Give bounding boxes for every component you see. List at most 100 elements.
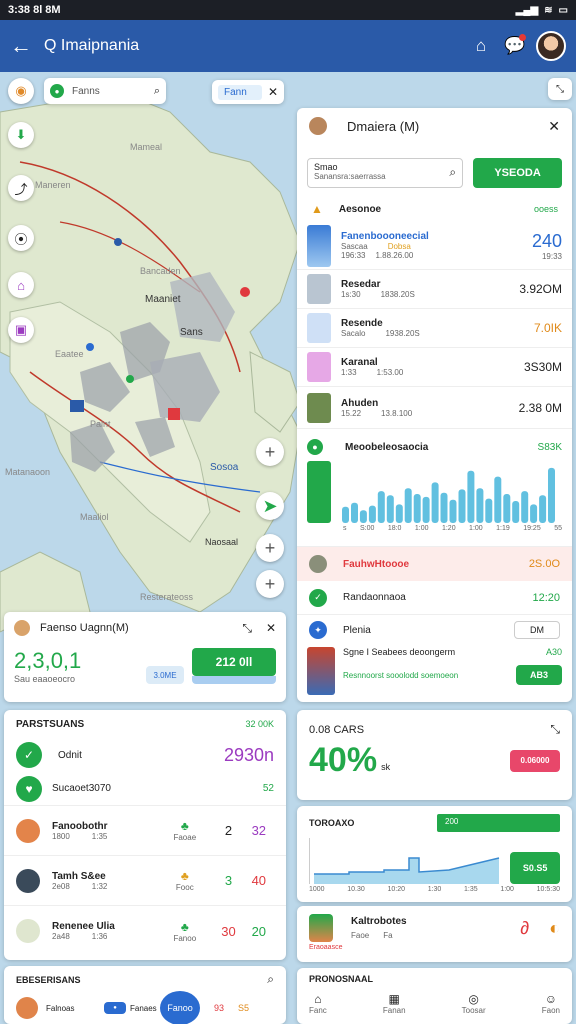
axis-label: 1:00 (469, 525, 483, 532)
summary-chip[interactable]: 3.0ME (146, 666, 184, 684)
item-value: 3.92OM (519, 282, 562, 296)
back-arrow-icon[interactable]: ← (10, 33, 44, 59)
nav-label: Fanan (382, 1006, 406, 1015)
nav-label: Fanc (309, 1006, 327, 1015)
axis-label: 1:00 (414, 525, 429, 532)
close-icon[interactable]: ✕ (266, 621, 276, 635)
analytics-bar (422, 496, 430, 523)
close-icon[interactable]: ✕ (268, 85, 278, 99)
bottom-item[interactable]: Falnoas (46, 1004, 104, 1013)
search-icon[interactable]: ⌕ (267, 972, 274, 987)
list-item[interactable]: Karanal 1:33 1:53.00 3S30M (297, 348, 572, 387)
table-row[interactable]: Tamh S&ee 2e08 1:32 ♣ Fooc 3 40 (4, 856, 286, 906)
plan2-button[interactable]: DM (514, 621, 560, 639)
nav-item-explore[interactable]: ◎ Toosar (462, 992, 486, 1015)
bookmark-icon[interactable]: ▣ (8, 317, 34, 343)
footer-button[interactable]: AB3 (516, 665, 562, 685)
analytics-bar (431, 482, 439, 523)
place-icon[interactable]: ⌂ (8, 272, 34, 298)
item-thumbnail (307, 392, 331, 423)
axis-label: 55 (554, 525, 562, 532)
table-row[interactable]: Fanoobothr 1800 1:35 ♣ Faoae 2 32 (4, 806, 286, 856)
detail-search-input[interactable]: Smao Sanansra:saerrassa ⌕ (307, 158, 464, 188)
stat-button[interactable]: 0.06000 (510, 749, 560, 772)
pin-icon[interactable]: ⬇ (8, 122, 34, 148)
map-label: Maaniet (145, 294, 181, 305)
bottom-pill: ● (104, 1002, 126, 1014)
bottom-left-card: EBESERISANS ⌕ Falnoas ● Fanaes Fanoo 93 … (4, 966, 286, 1024)
nav-item-profile[interactable]: ☺ Faon (542, 992, 560, 1015)
travel-left: Eraoaasce (309, 944, 343, 951)
home-icon[interactable]: ⌂ (464, 36, 498, 56)
search-icon[interactable]: ⌕ (154, 85, 160, 98)
axis-label: 1:20 (441, 525, 456, 532)
analytics-bar (413, 494, 421, 523)
share-icon[interactable]: ◐ (549, 918, 560, 939)
item-meta: 196:33 (341, 251, 366, 260)
search-icon[interactable]: ⌕ (449, 165, 456, 180)
analytics-bar (404, 488, 412, 523)
check-icon: ✓ (309, 588, 327, 607)
analytics-bar (539, 495, 547, 523)
expand-icon[interactable]: ⤡ (550, 722, 560, 737)
plan2-row[interactable]: ✦ Plenia DM (297, 615, 572, 645)
navigate-icon[interactable]: ➤ (256, 492, 284, 520)
nav-item-home[interactable]: ⌂ Fanc (309, 992, 327, 1015)
summary-card: Faenso Uagnn(M) ⤡ ✕ 2,3,0,1 Sau eaaoeocr… (4, 612, 286, 702)
bottom-center-button[interactable]: Fanoo (160, 991, 200, 1024)
footer-thumbnail (307, 647, 335, 695)
map-search-input[interactable]: Fanns (72, 86, 154, 97)
item-sub: Sascaa (341, 242, 368, 251)
stat-label: 0.08 CARS (309, 723, 365, 736)
avatar[interactable] (536, 31, 566, 61)
summary2-label: Sucaoet3070 (52, 783, 111, 794)
item-value: 7.0IK (533, 321, 562, 335)
analytics-bar (440, 492, 448, 523)
close-icon[interactable]: ✕ (548, 118, 560, 135)
detail-title: Dmaiera (M) (347, 118, 420, 134)
item-title: Karanal (341, 357, 378, 368)
summary-button[interactable]: 212 0ll (192, 648, 276, 676)
summary-progress (192, 676, 276, 684)
item-value: 3S30M (523, 360, 562, 374)
row-avatar (16, 868, 40, 893)
filter-chip[interactable]: Fann ✕ (212, 80, 284, 104)
item-thumbnail (307, 274, 331, 304)
battery-icon: ▭ (558, 4, 568, 16)
list-item[interactable]: Fanenboooneecial Sascaa Dobsa 196:33 1.88.… (297, 222, 572, 270)
layers-icon[interactable]: ◉ (8, 78, 34, 104)
map-search-box[interactable]: ● Fanns ⌕ (44, 78, 166, 104)
nav-item-map[interactable]: ▦ Fanan (383, 992, 406, 1015)
wifi-icon: ≋ (544, 4, 553, 16)
filter-icon[interactable]: ⦿ (8, 225, 34, 251)
detail-header: Dmaiera (M) ✕ (297, 108, 572, 144)
analytics-bar (368, 505, 376, 523)
list-item[interactable]: Ahuden 15.22 13.8.100 2.38 0M (297, 387, 572, 429)
axis-label: 19:25 (523, 525, 541, 532)
list-item[interactable]: Resedar 1s:30 1838.20S 3.92OM (297, 270, 572, 309)
chat-icon[interactable]: 💬 (498, 34, 532, 56)
trend-button[interactable]: S0.S5 (510, 852, 560, 884)
zoom-in-icon[interactable]: + (256, 438, 284, 466)
zoom-in-icon-2[interactable]: + (256, 534, 284, 562)
section-label: Aesonoe (338, 203, 382, 215)
clover-icon: ♣ (180, 869, 189, 883)
expand-icon[interactable]: ⤡ (242, 621, 252, 636)
user-icon: ☺ (544, 992, 557, 1006)
bottom-item[interactable]: Fanaes (130, 1004, 160, 1013)
route-icon[interactable]: ⤴ (8, 175, 34, 201)
list-item[interactable]: Resende Sacalo 1938.20S 7.0IK (297, 309, 572, 348)
analytics-bar (503, 494, 511, 523)
expand-icon[interactable]: ⤡ (548, 78, 572, 100)
axis-label: 1:35 (464, 886, 478, 893)
primary-button[interactable]: YSEODA (473, 158, 562, 188)
axis-label: 10.30 (347, 886, 365, 893)
zoom-in-icon-3[interactable]: + (256, 570, 284, 598)
status-time: 3:38 8l 8M (8, 4, 61, 16)
alert-row[interactable]: FauhwHtoooe 2S.0O (297, 547, 572, 581)
plan-row[interactable]: ✓ Randaonnaoa 12:20 (297, 581, 572, 615)
route-icon[interactable]: ∂ (520, 918, 529, 939)
bottom-nav-title: PRONOSNAAL (309, 974, 374, 984)
table-row[interactable]: Renenee Ulia 2a48 1:36 ♣ Fanoo 30 20 (4, 906, 286, 956)
summary-sub: Sau eaaoeocro (14, 674, 76, 684)
